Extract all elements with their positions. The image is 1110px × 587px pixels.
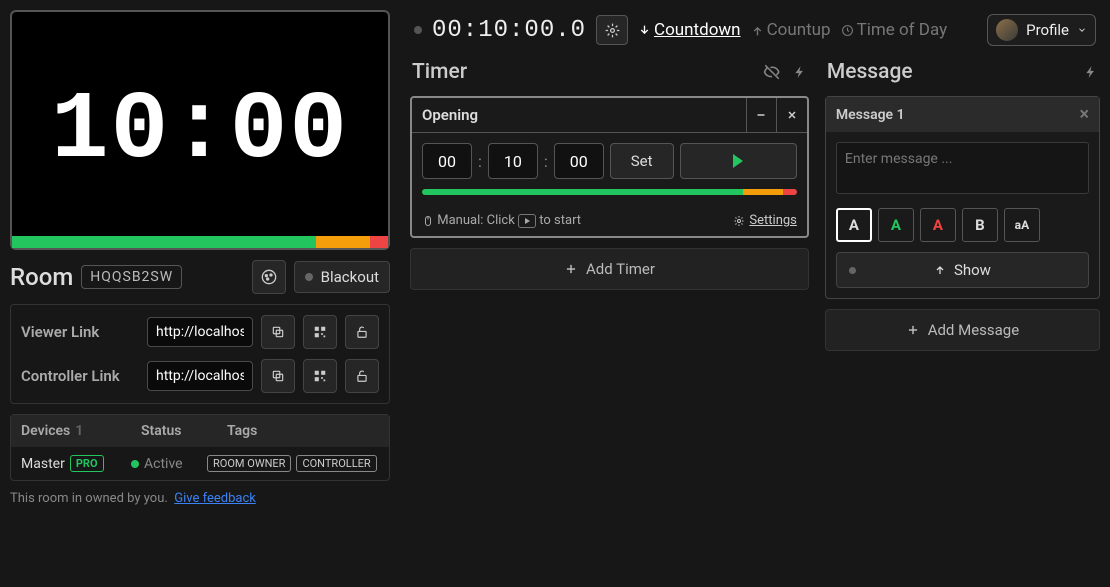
minutes-input[interactable]	[488, 143, 538, 179]
seconds-input[interactable]	[554, 143, 604, 179]
palette-button[interactable]	[252, 260, 286, 294]
hours-input[interactable]	[422, 143, 472, 179]
blackout-label: Blackout	[321, 268, 379, 286]
arrow-up-icon	[751, 24, 764, 37]
settings-button[interactable]	[596, 15, 628, 45]
message-input[interactable]	[836, 142, 1089, 194]
close-icon	[786, 109, 798, 121]
timer-progress	[422, 189, 797, 195]
devices-table: Devices 1 Status Tags Master PRO Active …	[10, 414, 390, 481]
mode-countup[interactable]: Countup	[751, 20, 831, 40]
minimize-button[interactable]	[747, 98, 777, 132]
devices-col-name: Devices	[21, 423, 70, 439]
pro-badge: PRO	[70, 455, 104, 472]
room-code[interactable]: HQQSB2SW	[81, 265, 182, 289]
timer-preview: 10:00	[10, 10, 390, 250]
palette-icon	[261, 269, 277, 285]
preview-progress	[12, 236, 388, 248]
avatar	[996, 19, 1018, 41]
qr-icon	[313, 369, 327, 383]
add-message-button[interactable]: Add Message	[825, 309, 1100, 351]
message-name[interactable]: Message 1	[836, 107, 905, 123]
play-icon	[518, 214, 536, 228]
status-dot-icon	[131, 460, 139, 468]
message-panel-title: Message	[827, 60, 913, 84]
timer-name[interactable]: Opening	[412, 98, 747, 132]
timer-card: Opening : : Set	[410, 96, 809, 238]
lock-controller-button[interactable]	[345, 359, 379, 393]
manual-hint: Manual: Click to start	[422, 213, 581, 228]
mode-timeofday[interactable]: Time of Day	[841, 20, 948, 40]
close-message-button[interactable]: ×	[1079, 104, 1089, 125]
copy-viewer-button[interactable]	[261, 315, 295, 349]
qr-icon	[313, 325, 327, 339]
profile-button[interactable]: Profile	[987, 14, 1096, 46]
color-red-button[interactable]: A	[920, 208, 956, 242]
gear-icon	[605, 23, 620, 38]
case-button[interactable]: aA	[1004, 208, 1040, 242]
viewer-link-label: Viewer Link	[21, 323, 139, 341]
give-feedback-link[interactable]: Give feedback	[174, 491, 256, 506]
plus-icon	[906, 323, 920, 337]
bold-button[interactable]: B	[962, 208, 998, 242]
controller-link-label: Controller Link	[21, 367, 139, 385]
device-tag: CONTROLLER	[296, 455, 376, 472]
footer-text: This room in owned by you. Give feedback	[10, 491, 390, 506]
eye-off-icon[interactable]	[763, 63, 781, 81]
viewer-link-input[interactable]	[147, 317, 253, 347]
devices-count: 1	[75, 423, 83, 439]
mouse-icon	[422, 215, 434, 227]
copy-icon	[271, 325, 285, 339]
device-tag: ROOM OWNER	[207, 455, 291, 472]
devices-col-status: Status	[141, 423, 207, 439]
unlock-icon	[355, 325, 369, 339]
bolt-icon[interactable]	[793, 63, 807, 81]
add-timer-button[interactable]: Add Timer	[410, 248, 809, 290]
color-green-button[interactable]: A	[878, 208, 914, 242]
devices-col-tags: Tags	[227, 423, 379, 439]
device-name: Master	[21, 456, 65, 472]
chevron-down-icon	[1077, 25, 1087, 35]
plus-icon	[564, 262, 578, 276]
lock-viewer-button[interactable]	[345, 315, 379, 349]
bolt-icon[interactable]	[1084, 63, 1098, 81]
controller-link-input[interactable]	[147, 361, 253, 391]
close-timer-button[interactable]	[777, 98, 807, 132]
copy-icon	[271, 369, 285, 383]
gear-icon	[733, 215, 745, 227]
clock-icon	[841, 24, 854, 37]
arrow-down-icon	[638, 24, 651, 37]
status-dot-icon	[414, 26, 422, 34]
status-dot-icon	[305, 273, 313, 281]
copy-controller-button[interactable]	[261, 359, 295, 393]
color-white-button[interactable]: A	[836, 208, 872, 242]
blackout-button[interactable]: Blackout	[294, 261, 390, 293]
set-button[interactable]: Set	[610, 143, 674, 179]
links-box: Viewer Link Controller Link	[10, 304, 390, 404]
arrow-up-icon	[934, 264, 946, 276]
minus-icon	[755, 109, 767, 121]
room-label: Room	[10, 263, 73, 291]
top-bar: 00:10:00.0 Countdown Countup Time of Day…	[410, 10, 1100, 60]
preview-time: 10:00	[51, 76, 349, 185]
unlock-icon	[355, 369, 369, 383]
show-message-button[interactable]: Show	[836, 252, 1089, 288]
qr-viewer-button[interactable]	[303, 315, 337, 349]
qr-controller-button[interactable]	[303, 359, 337, 393]
mode-countdown[interactable]: Countdown	[638, 20, 741, 40]
timer-settings-link[interactable]: Settings	[733, 213, 796, 228]
play-button[interactable]	[680, 143, 797, 179]
table-row: Master PRO Active ROOM OWNER CONTROLLER	[11, 447, 389, 480]
play-icon	[733, 154, 743, 168]
message-card: Message 1 × A A A B aA	[825, 96, 1100, 299]
topbar-time: 00:10:00.0	[432, 17, 586, 44]
device-status: Active	[144, 456, 183, 472]
timer-panel-title: Timer	[412, 60, 467, 84]
status-dot-icon	[849, 267, 856, 274]
